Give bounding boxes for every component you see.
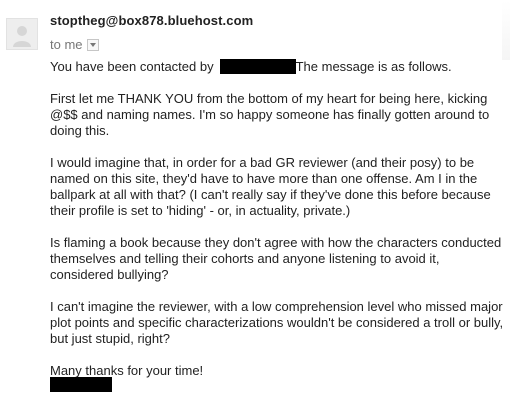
message-paragraph-1: You have been contacted by The message is…: [50, 59, 505, 75]
message-paragraph-4: Is flaming a book because they don't agr…: [50, 235, 502, 282]
redacted-name: [219, 59, 296, 74]
message-paragraph-3: I would imagine that, in order for a bad…: [50, 155, 491, 218]
message-paragraph-2: First let me THANK YOU from the bottom o…: [50, 91, 490, 138]
recipient-line: to me: [50, 37, 99, 52]
message-body: You have been contacted by The message is…: [50, 59, 505, 395]
intro-text-end: The message is as follows.: [295, 59, 452, 74]
message-paragraph-5: I can't imagine the reviewer, with a low…: [50, 299, 504, 346]
sender-avatar: [6, 18, 38, 50]
header-edge: [502, 0, 510, 60]
default-avatar-icon: [13, 26, 31, 47]
redacted-signature: [50, 377, 112, 392]
recipient-label: to me: [50, 37, 83, 52]
message-closing: Many thanks for your time!: [50, 363, 204, 378]
sender-email[interactable]: stoptheg@box878.bluehost.com: [50, 13, 253, 28]
intro-text: You have been contacted by: [50, 59, 214, 74]
chevron-down-icon[interactable]: [86, 38, 99, 51]
